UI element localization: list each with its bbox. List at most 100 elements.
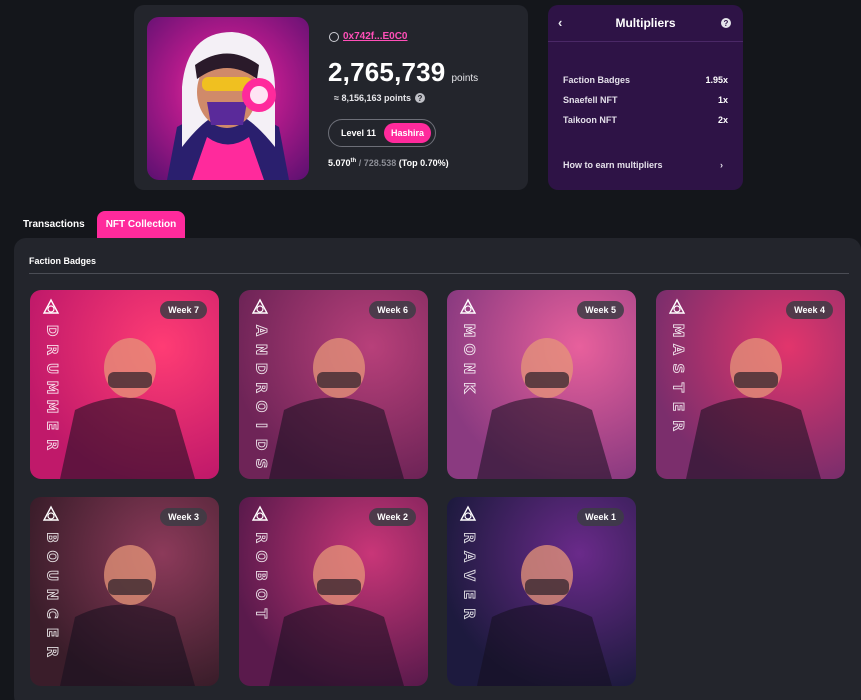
badge-name-letter: A <box>669 344 686 356</box>
tab-transactions[interactable]: Transactions <box>14 211 94 238</box>
badge-name-letter: O <box>460 343 477 356</box>
how-to-earn-link[interactable]: How to earn multipliers › <box>563 160 723 170</box>
nft-collection-panel: Faction Badges D R U M M E R Week 7 A N D R O I D S Week… <box>14 238 861 700</box>
rank-row: 5.070th / 728.538 (Top 0.70%) <box>328 158 449 168</box>
badge-name-letter: V <box>460 570 477 582</box>
multipliers-panel: ‹ Multipliers ? Faction Badges 1.95x Sna… <box>548 5 743 190</box>
triquetra-icon <box>251 298 269 314</box>
badge-name-letter: O <box>252 400 269 413</box>
faction-badge-card[interactable]: A N D R O I D S Week 6 <box>239 290 428 479</box>
badge-name: DRUMMER <box>43 322 60 453</box>
level-pill: Level 11 Hashira <box>328 119 436 147</box>
badge-name-letter: K <box>460 382 477 394</box>
badge-name-letter: U <box>43 569 60 582</box>
badge-name-letter: A <box>460 551 477 563</box>
faction-badge-card[interactable]: R A V E R Week 1 <box>447 497 636 686</box>
badge-name-letter: D <box>43 324 60 337</box>
multiplier-label: Faction Badges <box>563 75 631 85</box>
week-badge: Week 1 <box>577 508 624 526</box>
tab-bar: Transactions NFT Collection <box>14 211 186 238</box>
triquetra-icon <box>668 298 686 314</box>
multiplier-label: Snaefell NFT <box>563 95 618 105</box>
triquetra-icon <box>459 298 477 314</box>
week-badge: Week 2 <box>369 508 416 526</box>
profile-card: 0x742f...E0C0 2,765,739 points ≈ 8,156,1… <box>134 5 528 190</box>
multiplier-value: 1x <box>717 95 728 105</box>
wallet-address-link[interactable]: 0x742f...E0C0 <box>343 31 408 42</box>
badge-name-letter: D <box>252 362 269 375</box>
badge-name-letter: U <box>43 362 60 375</box>
badge-name-letter: R <box>669 420 686 432</box>
rank-suffix: th <box>350 158 357 164</box>
badge-name-letter: B <box>43 532 60 544</box>
approx-points: ≈ 8,156,163 points <box>334 93 411 103</box>
multipliers-title: Multipliers <box>615 16 676 30</box>
triquetra-icon <box>42 505 60 521</box>
badge-name-letter: S <box>252 458 269 469</box>
help-icon[interactable]: ? <box>721 18 731 28</box>
badge-name-letter: R <box>43 344 60 356</box>
points-unit: points <box>451 73 479 84</box>
rank-position: 5.070 <box>328 158 351 168</box>
badge-name-letter: M <box>669 323 686 338</box>
badge-name: MONK <box>460 322 477 396</box>
badge-name-letter: T <box>669 382 686 393</box>
triquetra-icon <box>251 505 269 521</box>
badge-name: BOUNCER <box>43 529 60 660</box>
badge-name-letter: D <box>252 438 269 451</box>
triquetra-icon <box>42 298 60 314</box>
badge-name-letter: E <box>460 589 477 600</box>
badge-name: ANDROIDS <box>252 322 269 472</box>
badge-name-letter: O <box>43 550 60 563</box>
tab-nft-collection[interactable]: NFT Collection <box>96 211 186 238</box>
badge-name: RAVER <box>460 529 477 622</box>
badge-name: ROBOT <box>252 529 269 622</box>
multiplier-label: Taikoon NFT <box>563 115 617 125</box>
badge-name-letter: B <box>252 570 269 582</box>
how-to-earn-label: How to earn multipliers <box>563 160 663 170</box>
faction-badge-card[interactable]: D R U M M E R Week 7 <box>30 290 219 479</box>
multiplier-row: Faction Badges 1.95x <box>563 75 728 85</box>
divider <box>29 273 849 274</box>
week-badge: Week 3 <box>160 508 207 526</box>
week-badge: Week 4 <box>786 301 833 319</box>
profile-avatar <box>147 17 309 180</box>
badge-name-letter: M <box>460 323 477 338</box>
badge-name-letter: N <box>252 343 269 356</box>
badge-name-letter: R <box>252 532 269 544</box>
faction-badge-card[interactable]: M A S T E R Week 4 <box>656 290 845 479</box>
week-badge: Week 6 <box>369 301 416 319</box>
badge-name-letter: C <box>43 608 60 619</box>
badge-name-letter: E <box>43 627 60 638</box>
rank-total: / 728.538 <box>358 158 397 168</box>
wallet-address-row: 0x742f...E0C0 <box>329 31 408 42</box>
badge-name-letter: N <box>43 588 60 601</box>
week-badge: Week 7 <box>160 301 207 319</box>
section-title: Faction Badges <box>29 256 97 266</box>
user-icon <box>329 31 339 42</box>
badge-name-letter: R <box>43 439 60 451</box>
faction-badge-card[interactable]: M O N K Week 5 <box>447 290 636 479</box>
badge-name-letter: N <box>460 362 477 375</box>
faction-badge-card[interactable]: R O B O T Week 2 <box>239 497 428 686</box>
rank-badge: Hashira <box>384 123 432 143</box>
badge-name-letter: S <box>669 363 686 374</box>
badge-name-letter: M <box>43 380 60 395</box>
help-icon[interactable]: ? <box>414 93 425 103</box>
approx-points-row: ≈ 8,156,163 points ? <box>334 93 425 103</box>
badge-name: MASTER <box>669 322 686 434</box>
badge-name-letter: R <box>460 608 477 620</box>
multiplier-row: Snaefell NFT 1x <box>563 95 728 105</box>
chevron-left-icon[interactable]: ‹ <box>558 15 562 30</box>
badge-name-letter: I <box>252 422 269 429</box>
badge-name-letter: O <box>252 588 269 601</box>
badge-name-letter: R <box>43 646 60 658</box>
badge-name-letter: T <box>252 608 269 619</box>
badge-name-letter: M <box>43 399 60 414</box>
points-value: 2,765,739 <box>328 57 446 87</box>
faction-badge-card[interactable]: B O U N C E R Week 3 <box>30 497 219 686</box>
badge-name-letter: R <box>252 382 269 394</box>
points-row: 2,765,739 points <box>328 57 478 88</box>
badge-name-letter: R <box>460 532 477 544</box>
level-label: Level 11 <box>341 128 377 138</box>
